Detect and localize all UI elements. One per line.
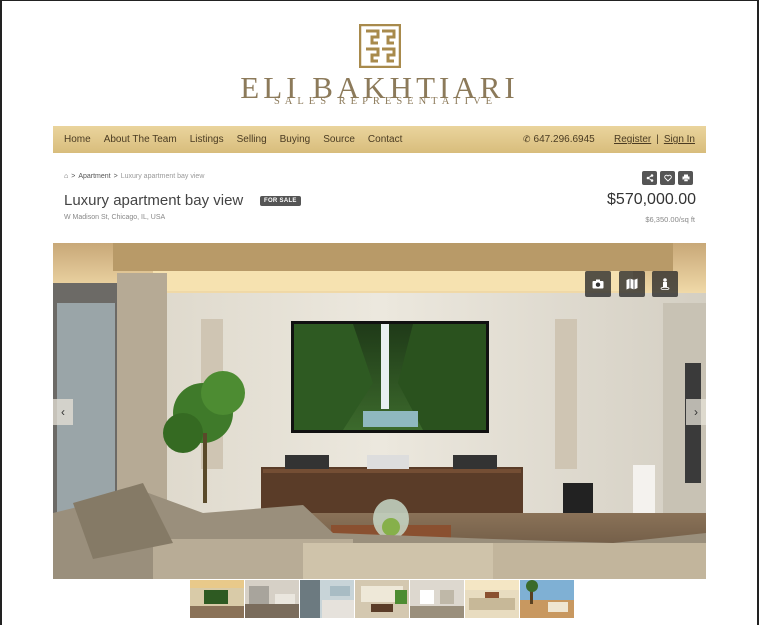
breadcrumb-sep: >: [113, 173, 118, 180]
thumbnail[interactable]: [300, 580, 354, 618]
heart-icon[interactable]: [660, 171, 675, 185]
sign-in-link[interactable]: Sign In: [664, 134, 695, 145]
nav-buying[interactable]: Buying: [269, 134, 311, 145]
thumbnail[interactable]: [245, 580, 299, 618]
nav-home[interactable]: Home: [53, 134, 91, 145]
share-icon[interactable]: [642, 171, 657, 185]
thumbnail[interactable]: [355, 580, 409, 618]
breadcrumb-apartment[interactable]: Apartment: [78, 173, 110, 180]
prev-photo-button[interactable]: ‹: [53, 399, 73, 425]
phone-number[interactable]: ✆ 647.296.6945: [523, 126, 595, 153]
auth-separator: |: [656, 134, 659, 145]
nav-about-team[interactable]: About The Team: [93, 134, 177, 145]
logo-icon: [359, 24, 401, 68]
listing-actions: [642, 171, 693, 185]
breadcrumb: ⌂ > Apartment > Luxury apartment bay vie…: [64, 173, 204, 180]
breadcrumb-current: Luxury apartment bay view: [120, 173, 205, 180]
thumbnail[interactable]: [190, 580, 244, 618]
phone-icon: ✆: [523, 134, 531, 144]
listing-title: Luxury apartment bay view: [64, 192, 244, 209]
listing-price: $570,000.00: [607, 191, 696, 208]
brand-subtitle: SALES REPRESENTATIVE: [273, 96, 498, 107]
next-photo-button[interactable]: ›: [686, 399, 706, 425]
nav-contact[interactable]: Contact: [357, 134, 402, 145]
phone-text: 647.296.6945: [533, 134, 595, 145]
nav-source[interactable]: Source: [312, 134, 355, 145]
print-icon[interactable]: [678, 171, 693, 185]
thumbnail[interactable]: [465, 580, 519, 618]
listing-address: W Madison St, Chicago, IL, USA: [64, 214, 166, 221]
nav-listings[interactable]: Listings: [179, 134, 224, 145]
street-view-icon[interactable]: [652, 271, 678, 297]
camera-icon[interactable]: [585, 271, 611, 297]
nav-selling[interactable]: Selling: [226, 134, 267, 145]
status-badge: FOR SALE: [260, 196, 301, 206]
auth-links: Register | Sign In: [614, 126, 695, 153]
map-icon[interactable]: [619, 271, 645, 297]
register-link[interactable]: Register: [614, 134, 651, 145]
price-per-sqft: $6,350.00/sq ft: [645, 215, 695, 224]
home-icon[interactable]: ⌂: [64, 173, 68, 180]
breadcrumb-sep: >: [71, 173, 76, 180]
thumbnail[interactable]: [520, 580, 574, 618]
main-nav: Home About The Team Listings Selling Buy…: [53, 126, 706, 153]
thumbnail[interactable]: [410, 580, 464, 618]
thumbnail-strip: [190, 580, 574, 618]
main-photo[interactable]: ‹ ›: [53, 243, 706, 579]
